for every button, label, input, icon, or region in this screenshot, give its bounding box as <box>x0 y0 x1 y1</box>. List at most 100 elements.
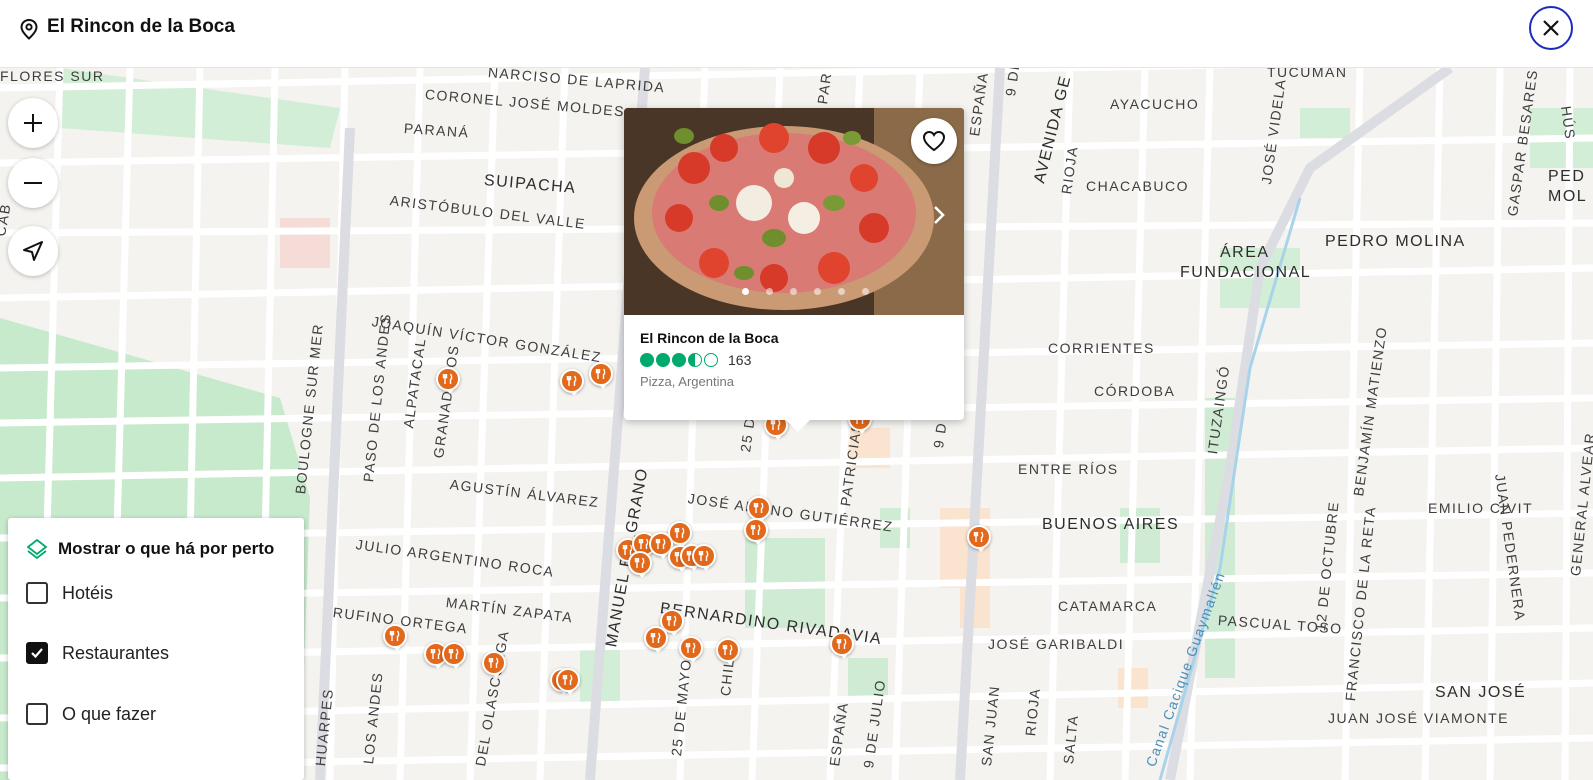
fork-knife-icon <box>770 419 781 430</box>
street-label: TUCUMÁN <box>1267 68 1348 80</box>
fork-knife-icon <box>442 373 453 384</box>
place-popup-card[interactable]: El Rincon de la Boca 163 Pizza, Argentin… <box>624 108 964 432</box>
navigation-arrow-icon <box>23 241 43 261</box>
fork-knife-icon <box>685 642 696 653</box>
fork-knife-icon <box>836 638 847 649</box>
fork-knife-icon <box>973 531 984 542</box>
fork-knife-icon <box>389 630 400 641</box>
nearby-header: Mostrar o que há por perto <box>26 538 274 560</box>
street-label: MOL <box>1548 188 1588 205</box>
photo-dot[interactable] <box>766 288 773 295</box>
street-label: BUENOS AIRES <box>1042 516 1180 533</box>
photo-dot[interactable] <box>790 288 797 295</box>
restaurant-marker[interactable] <box>967 525 991 552</box>
nearby-title: Mostrar o que há por perto <box>58 539 275 558</box>
my-location-button[interactable] <box>8 226 58 276</box>
fork-knife-icon <box>562 674 573 685</box>
filter-restaurants[interactable]: Restaurantes <box>26 642 169 664</box>
street-label: EMILIO CIVIT <box>1428 500 1534 516</box>
review-count[interactable]: 163 <box>728 352 751 368</box>
street-label: PEDRO MOLINA <box>1325 233 1466 250</box>
photo-dot[interactable] <box>862 288 869 295</box>
restaurant-marker[interactable] <box>830 632 854 659</box>
fork-knife-icon <box>674 527 685 538</box>
restaurant-marker[interactable] <box>482 651 506 678</box>
filter-things-to-do[interactable]: O que fazer <box>26 703 156 725</box>
restaurant-marker[interactable] <box>744 518 768 545</box>
restaurant-marker[interactable] <box>556 668 580 695</box>
filter-label: Hotéis <box>62 582 114 603</box>
cuisine-label: Pizza, Argentina <box>640 374 734 389</box>
chevron-right-icon <box>934 206 945 224</box>
fork-knife-icon <box>595 368 606 379</box>
restaurant-marker[interactable] <box>442 642 466 669</box>
fork-knife-icon <box>750 524 761 535</box>
page-title: El Rincon de la Boca <box>47 16 235 37</box>
zoom-in-button[interactable] <box>8 98 58 148</box>
street-label: CATAMARCA <box>1058 598 1158 614</box>
zoom-out-button[interactable] <box>8 158 58 208</box>
street-label: CORRIENTES <box>1048 340 1155 356</box>
header-bar: El Rincon de la Boca <box>0 0 1593 68</box>
street-label: PED <box>1548 168 1586 185</box>
street-label: SAN JOSÉ <box>1435 684 1527 701</box>
nearby-filter-panel: Mostrar o que há por perto Hotéis Restau… <box>8 518 304 780</box>
restaurant-marker[interactable] <box>628 551 652 578</box>
restaurant-marker[interactable] <box>679 636 703 663</box>
street-label: ENTRE RÍOS <box>1018 461 1119 477</box>
street-label: CÓRDOBA <box>1094 383 1176 399</box>
minus-icon <box>24 182 42 184</box>
rating-bubble <box>688 353 702 367</box>
restaurant-marker[interactable] <box>383 624 407 651</box>
rating-bubble <box>640 353 654 367</box>
check-icon <box>31 648 43 659</box>
photo-dot[interactable] <box>742 288 749 295</box>
fork-knife-icon <box>655 538 666 549</box>
next-photo-button[interactable] <box>924 200 954 230</box>
favorite-button[interactable] <box>911 118 957 164</box>
fork-knife-icon <box>722 644 733 655</box>
fork-knife-icon <box>488 657 499 668</box>
place-name[interactable]: El Rincon de la Boca <box>640 330 778 346</box>
heart-icon <box>922 130 946 152</box>
photo-dot[interactable] <box>838 288 845 295</box>
fork-knife-icon <box>448 648 459 659</box>
things-to-do-checkbox[interactable] <box>26 703 48 725</box>
fork-knife-icon <box>634 557 645 568</box>
restaurant-marker[interactable] <box>589 362 613 389</box>
street-label: AYACUCHO <box>1110 96 1200 112</box>
filter-hotels[interactable]: Hotéis <box>26 582 113 604</box>
fork-knife-icon <box>430 648 441 659</box>
filter-label: O que fazer <box>62 703 157 724</box>
restaurant-marker[interactable] <box>716 638 740 665</box>
restaurant-marker[interactable] <box>644 626 668 653</box>
restaurants-checkbox[interactable] <box>26 642 48 664</box>
fork-knife-icon <box>666 615 677 626</box>
street-label: JUAN JOSÉ VIAMONTE <box>1328 710 1510 726</box>
rating-bubbles: 163 <box>640 352 751 368</box>
rating-bubble <box>672 353 686 367</box>
street-label: FUNDACIONAL <box>1180 264 1312 281</box>
street-label: JOSÉ GARIBALDI <box>988 636 1125 652</box>
street-label: ÁREA <box>1220 244 1270 261</box>
fork-knife-icon <box>566 375 577 386</box>
restaurant-marker[interactable] <box>436 367 460 394</box>
street-label: CHACABUCO <box>1086 178 1189 194</box>
street-label: FLORES SUR <box>0 68 105 84</box>
plus-icon <box>24 114 42 132</box>
rating-bubble <box>656 353 670 367</box>
photo-dot[interactable] <box>814 288 821 295</box>
photo-pagination <box>742 288 869 295</box>
close-button[interactable] <box>1529 6 1573 50</box>
location-pin-icon <box>19 18 39 40</box>
hotels-checkbox[interactable] <box>26 582 48 604</box>
place-photo[interactable] <box>624 108 964 315</box>
close-icon <box>1543 20 1559 36</box>
fork-knife-icon <box>650 632 661 643</box>
rating-bubble <box>704 353 718 367</box>
fork-knife-icon <box>698 550 709 561</box>
restaurant-marker[interactable] <box>747 496 771 523</box>
restaurant-marker[interactable] <box>692 544 716 571</box>
layers-icon <box>26 538 48 560</box>
restaurant-marker[interactable] <box>560 369 584 396</box>
